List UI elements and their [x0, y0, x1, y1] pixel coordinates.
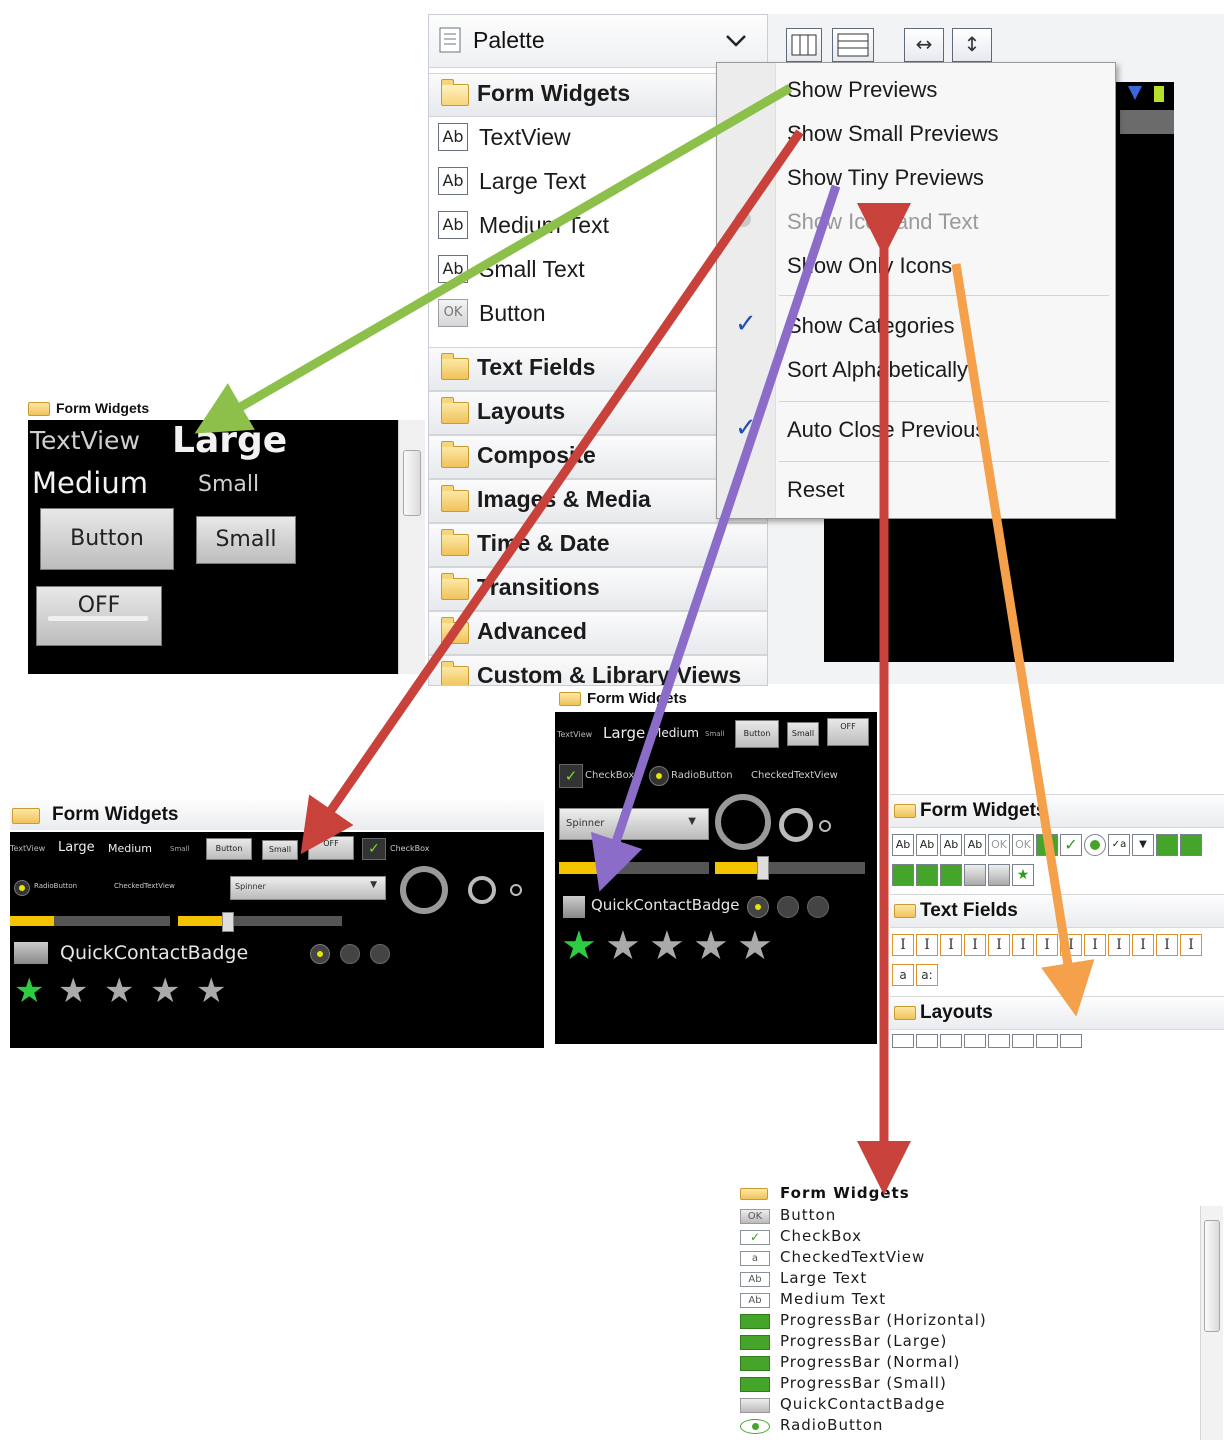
arrow-tiny-previews [590, 184, 841, 892]
annotation-arrows [194, 84, 1095, 1195]
arrow-only-icons [951, 263, 1095, 1017]
arrow-previews [194, 84, 793, 434]
arrow-small-previews [300, 129, 804, 855]
